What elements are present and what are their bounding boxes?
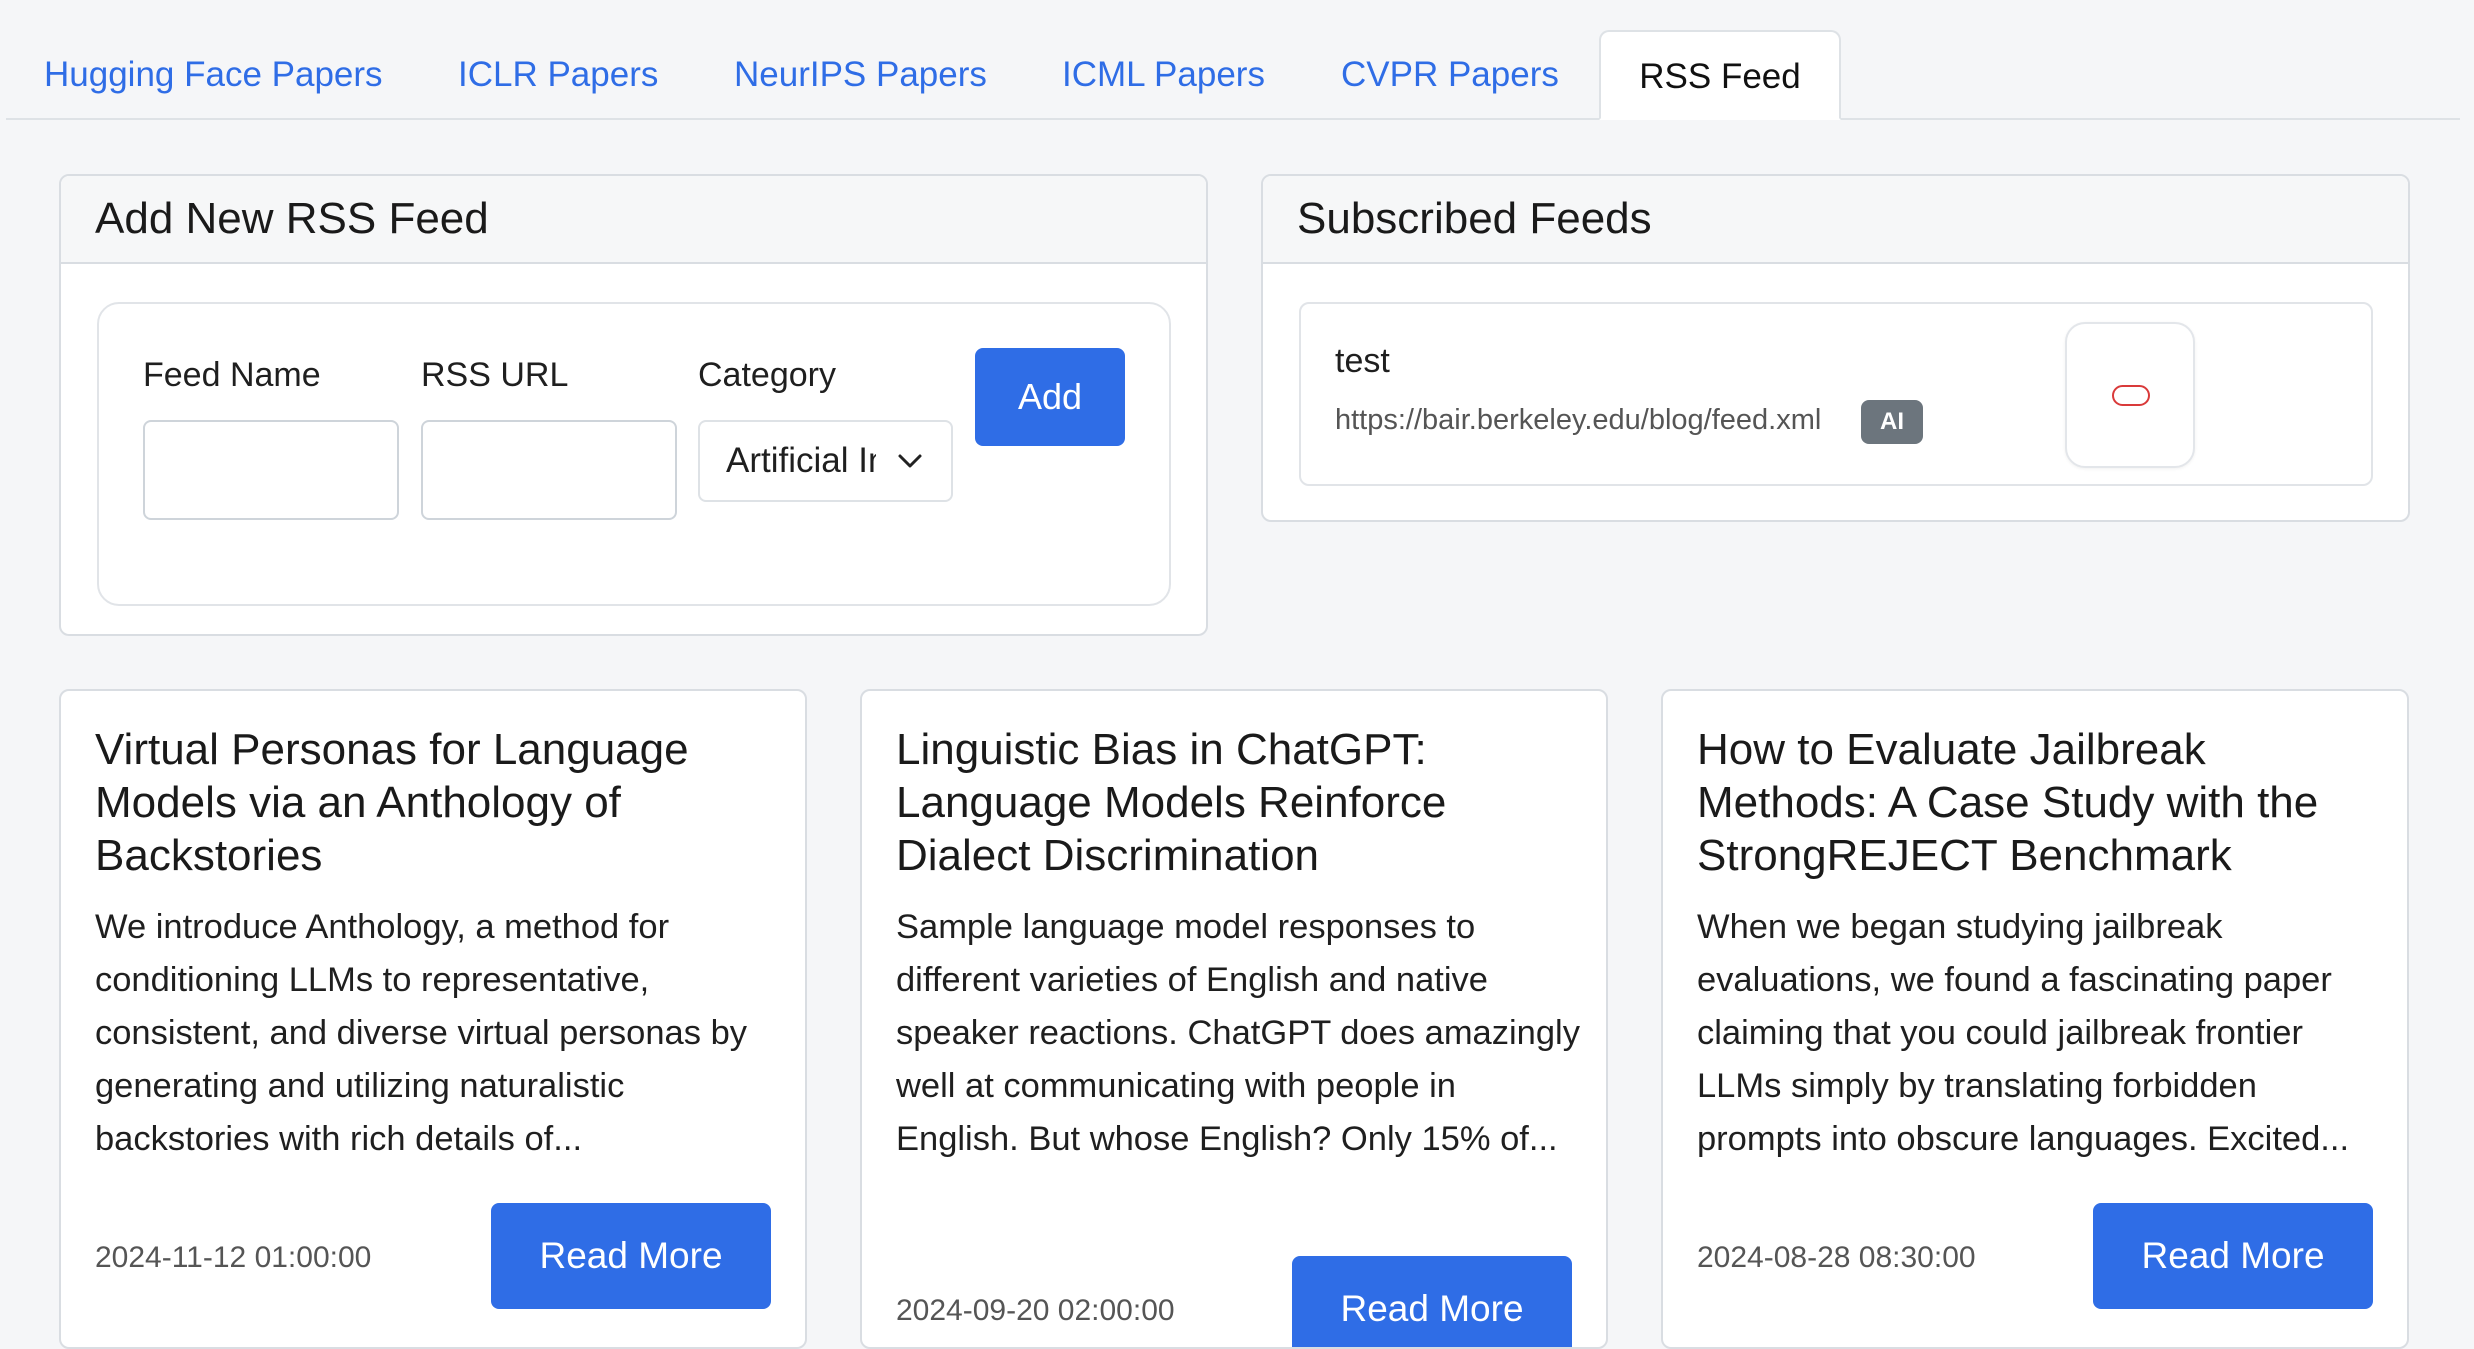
read-more-button[interactable]: Read More — [491, 1203, 771, 1309]
article-date: 2024-09-20 02:00:00 — [896, 1294, 1175, 1327]
article-excerpt: Sample language model responses to diffe… — [896, 908, 1580, 1158]
rss-url-input[interactable] — [421, 420, 677, 520]
category-select[interactable]: Artificial Intelligence — [698, 420, 953, 502]
feed-name-input[interactable] — [143, 420, 399, 520]
tab-icml-papers[interactable]: ICML Papers — [1062, 30, 1265, 120]
subscribed-feeds-title: Subscribed Feeds — [1263, 176, 2408, 264]
article-title: Virtual Personas for Language Models via… — [95, 725, 689, 880]
add-feed-title: Add New RSS Feed — [61, 176, 1206, 264]
category-badge: AI — [1861, 400, 1923, 444]
category-label: Category — [698, 356, 836, 394]
tab-cvpr-papers[interactable]: CVPR Papers — [1341, 30, 1559, 120]
feed-name-label: Feed Name — [143, 356, 321, 394]
feed-list-item: test https://bair.berkeley.edu/blog/feed… — [1299, 302, 2373, 486]
chevron-down-icon — [898, 454, 922, 468]
tab-iclr-papers[interactable]: ICLR Papers — [458, 30, 658, 120]
add-feed-card: Add New RSS Feed Feed Name RSS URL Categ… — [59, 174, 1208, 636]
subscribed-feeds-card: Subscribed Feeds test https://bair.berke… — [1261, 174, 2410, 522]
article-date: 2024-11-12 01:00:00 — [95, 1241, 372, 1274]
category-selected-value: Artificial Intelligence — [726, 441, 876, 480]
article-excerpt: We introduce Anthology, a method for con… — [95, 908, 748, 1158]
tab-bar: Hugging Face Papers ICLR Papers NeurIPS … — [6, 30, 2460, 120]
tab-rss-feed[interactable]: RSS Feed — [1599, 30, 1841, 120]
article-date: 2024-08-28 08:30:00 — [1697, 1241, 1976, 1274]
article-title: Linguistic Bias in ChatGPT: Language Mod… — [896, 725, 1447, 880]
feed-item-url: https://bair.berkeley.edu/blog/feed.xml — [1335, 404, 1822, 436]
rss-url-label: RSS URL — [421, 356, 569, 394]
article-title: How to Evaluate Jailbreak Methods: A Cas… — [1697, 725, 2319, 880]
delete-feed-button[interactable] — [2065, 322, 2195, 468]
add-feed-button[interactable]: Add — [975, 348, 1125, 446]
article-card: Linguistic Bias in ChatGPT: Language Mod… — [860, 689, 1608, 1349]
trash-icon — [2112, 385, 2150, 406]
add-feed-form: Feed Name RSS URL Category Artificial In… — [97, 302, 1171, 606]
read-more-button[interactable]: Read More — [1292, 1256, 1572, 1347]
article-card: Virtual Personas for Language Models via… — [59, 689, 807, 1349]
read-more-button[interactable]: Read More — [2093, 1203, 2373, 1309]
article-excerpt: When we began studying jailbreak evaluat… — [1697, 908, 2350, 1158]
tab-neurips-papers[interactable]: NeurIPS Papers — [734, 30, 987, 120]
article-card: How to Evaluate Jailbreak Methods: A Cas… — [1661, 689, 2409, 1349]
tab-hugging-face-papers[interactable]: Hugging Face Papers — [44, 30, 383, 120]
feed-item-name: test — [1335, 342, 1390, 380]
